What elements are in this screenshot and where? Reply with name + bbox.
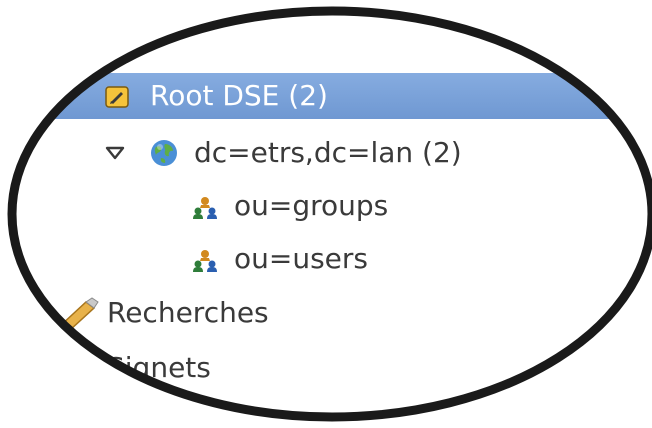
- searches-icon: [56, 296, 100, 332]
- tree-item-label: ou=groups: [234, 189, 389, 222]
- tree-item-label: ou=users: [234, 242, 368, 275]
- ldap-tree: Root DSE (2) dc=etrs,dc=lan (2) ou=group…: [0, 0, 652, 428]
- tree-item-label: Root DSE (2): [150, 79, 328, 112]
- organizational-unit-icon: [192, 195, 218, 221]
- bookmarks-icon: [76, 351, 106, 383]
- expand-triangle-icon[interactable]: [104, 142, 126, 164]
- tree-item-domain[interactable]: dc=etrs,dc=lan (2): [0, 130, 652, 176]
- globe-icon: [149, 138, 179, 168]
- organizational-unit-icon: [192, 248, 218, 274]
- ldap-browser-zoom: Root DSE (2) dc=etrs,dc=lan (2) ou=group…: [0, 0, 652, 428]
- root-dse-icon: [104, 84, 130, 110]
- tree-item-ou-users[interactable]: ou=users: [0, 237, 652, 283]
- tree-item-label: dc=etrs,dc=lan (2): [194, 136, 462, 169]
- tree-item-label: Recherches: [107, 296, 269, 329]
- tree-item-searches[interactable]: Recherches: [0, 290, 652, 336]
- tree-item-root-dse[interactable]: Root DSE (2): [0, 73, 652, 119]
- tree-item-ou-groups[interactable]: ou=groups: [0, 184, 652, 230]
- tree-item-label: Signets: [107, 351, 211, 384]
- tree-item-bookmarks[interactable]: Signets: [0, 343, 652, 389]
